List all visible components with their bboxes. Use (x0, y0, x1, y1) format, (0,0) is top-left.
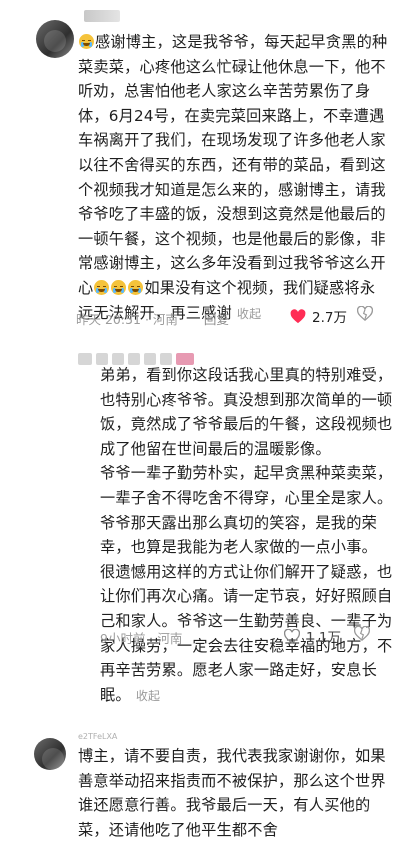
comment-meta: 昨天 20:51 · 河南 回复 (76, 312, 229, 327)
fold-link[interactable]: 收起 (136, 689, 160, 703)
dislike-heart-icon[interactable] (354, 626, 370, 641)
reply-meta: 9小时前 · 河南 (100, 631, 183, 646)
reply-button[interactable]: 回复 (204, 312, 229, 327)
heart-filled-icon (290, 308, 306, 323)
fold-link[interactable]: 收起 (237, 307, 261, 321)
username-blurred[interactable] (84, 10, 120, 22)
crying-emoji-icon (111, 279, 127, 295)
comment-text: 感谢博主，这是我爷爷，每天起早贪黑的种菜卖菜，心疼他这么忙碌让他休息一下，他不听… (78, 33, 388, 322)
crying-emoji-icon (94, 279, 110, 295)
timestamp: 昨天 20:51 (76, 312, 141, 327)
timestamp: 9小时前 (100, 631, 146, 646)
like-count: 2.7万 (312, 310, 347, 326)
location: 河南 (157, 631, 183, 646)
location: 河南 (152, 312, 178, 327)
avatar[interactable] (36, 20, 74, 58)
like-count: 1.1万 (306, 630, 341, 646)
reply-text: 弟弟，看到你这段话我心里真的特别难受，也特别心疼爷爷。真没想到那次简单的一顿饭，… (100, 366, 393, 704)
username[interactable]: e2TFeLXA (78, 732, 117, 741)
like-button[interactable]: 1.1万 (284, 626, 341, 646)
heart-outline-icon (284, 628, 300, 644)
crying-emoji-icon (79, 34, 94, 49)
crying-emoji-icon (128, 279, 144, 295)
avatar[interactable] (34, 738, 66, 770)
dislike-heart-icon[interactable] (357, 306, 373, 321)
like-button[interactable]: 2.7万 (290, 306, 347, 326)
comment-text: 博主，请不要自责，我代表我家谢谢你，如果善意举动招来指责而不被保护，那么这个世界… (78, 747, 386, 839)
